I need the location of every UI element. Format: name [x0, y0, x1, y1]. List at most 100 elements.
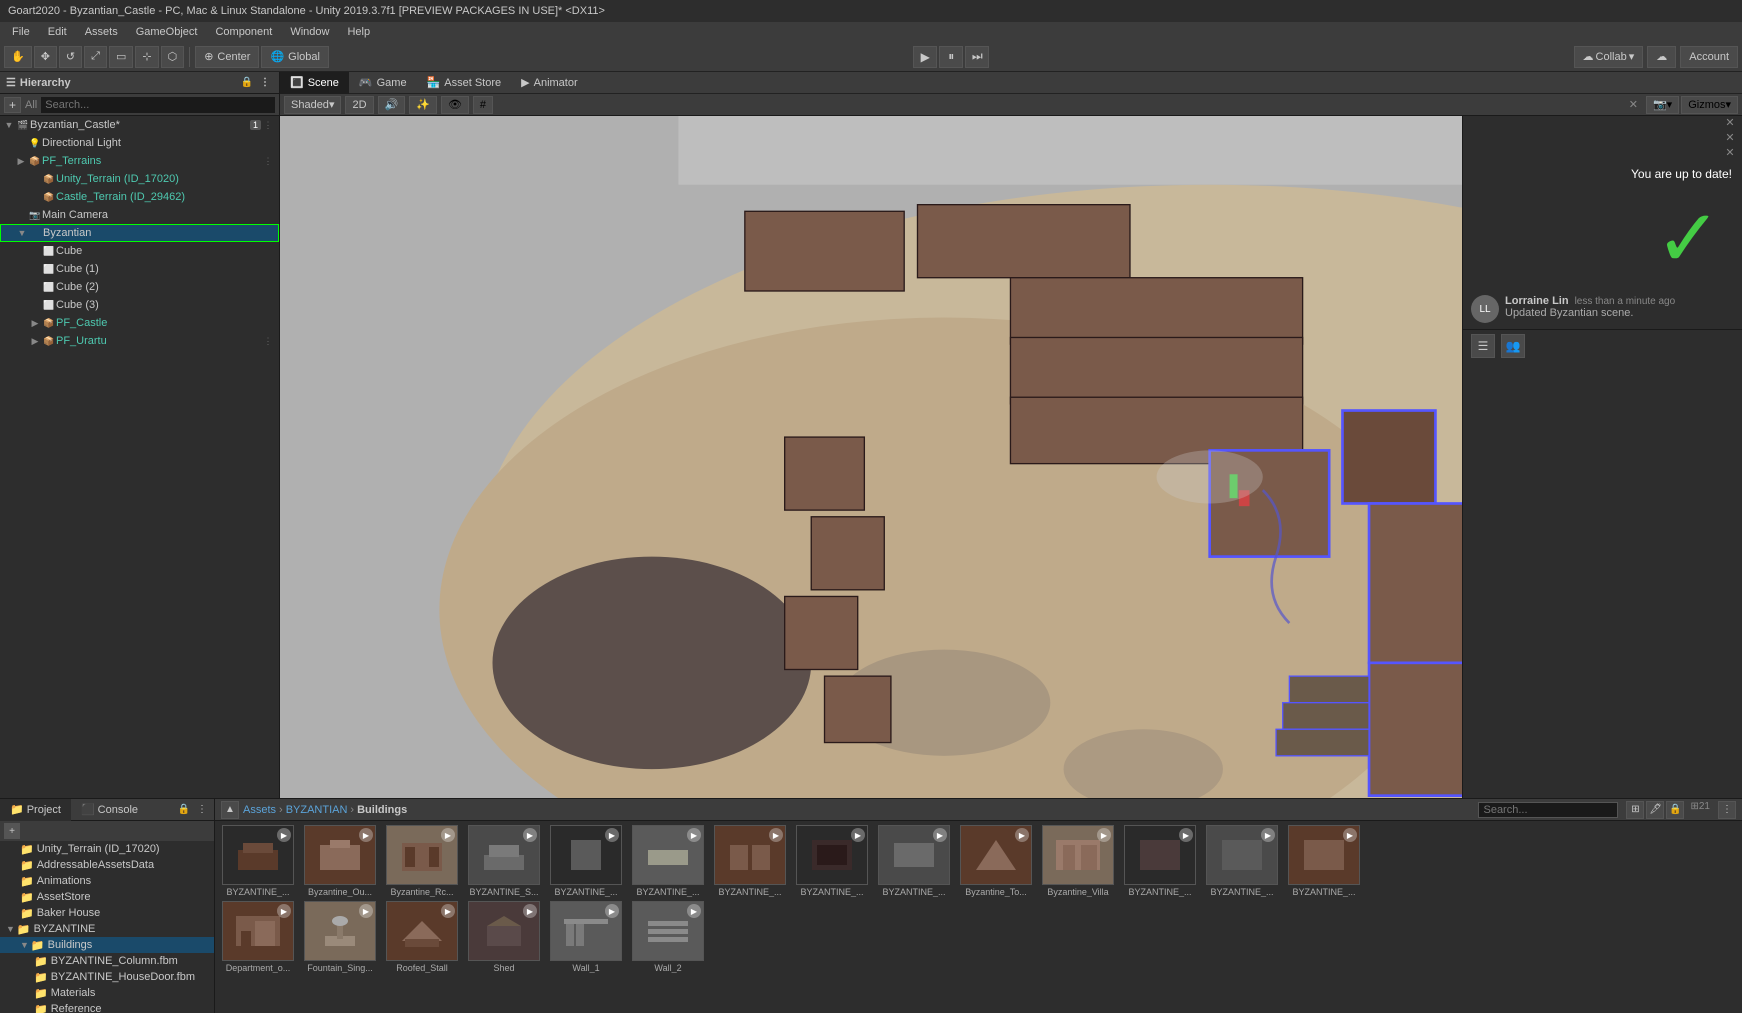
asset-item-byz8[interactable]: ▶ BYZANTINE_... [793, 825, 871, 897]
hierarchy-item-pf-castle[interactable]: ▶ 📦 PF_Castle [0, 314, 279, 332]
scene-view-btn[interactable]: 👁 [441, 96, 469, 114]
project-item-assetstore[interactable]: 📁 AssetStore [0, 889, 214, 905]
asset-item-byz4[interactable]: ▶ BYZANTINE_S... [465, 825, 543, 897]
asset-item-byz13[interactable]: ▶ BYZANTINE_... [1203, 825, 1281, 897]
play-btn[interactable]: ▶ [913, 46, 937, 68]
hierarchy-item-cube3[interactable]: ▶ ⬜ Cube (3) [0, 296, 279, 314]
grid-btn[interactable]: # [473, 96, 493, 114]
project-item-materials[interactable]: 📁 Materials [0, 985, 214, 1001]
asset-item-byz3[interactable]: ▶ Byzantine_Rc... [383, 825, 461, 897]
cloud-btn[interactable]: ☁ [1647, 46, 1676, 68]
project-item-byzantine[interactable]: ▼ 📁 BYZANTINE [0, 921, 214, 937]
menu-file[interactable]: File [4, 24, 38, 40]
hierarchy-item-cube2[interactable]: ▶ ⬜ Cube (2) [0, 278, 279, 296]
play-overlay-icon[interactable]: ▶ [1179, 828, 1193, 842]
rect-tool-btn[interactable]: ▭ [109, 46, 133, 68]
play-overlay-icon[interactable]: ▶ [605, 904, 619, 918]
camera-settings-btn[interactable]: 📷▾ [1646, 96, 1679, 114]
assets-lock-btn[interactable]: 🔒 [1666, 801, 1684, 819]
assets-more-btn[interactable]: ⋮ [1718, 801, 1736, 819]
asset-item-roof1[interactable]: ▶ Roofed_Stall [383, 901, 461, 973]
hierarchy-item-pf-urartu[interactable]: ▶ 📦 PF_Urartu ⋮ [0, 332, 279, 350]
rotate-tool-btn[interactable]: ↺ [59, 46, 82, 68]
play-overlay-icon[interactable]: ▶ [277, 828, 291, 842]
tab-animator[interactable]: ▶ Animator [511, 72, 588, 94]
play-overlay-icon[interactable]: ▶ [277, 904, 291, 918]
assets-view-btn1[interactable]: ⊞ [1626, 801, 1644, 819]
menu-component[interactable]: Component [207, 24, 280, 40]
asset-item-wall2[interactable]: ▶ Wall_2 [629, 901, 707, 973]
project-item-animations[interactable]: 📁 Animations [0, 873, 214, 889]
play-overlay-icon[interactable]: ▶ [687, 828, 701, 842]
asset-item-byz5[interactable]: ▶ BYZANTINE_... [547, 825, 625, 897]
project-item-addressable[interactable]: 📁 AddressableAssetsData [0, 857, 214, 873]
menu-gameobject[interactable]: GameObject [128, 24, 206, 40]
asset-item-byz12[interactable]: ▶ BYZANTINE_... [1121, 825, 1199, 897]
play-overlay-icon[interactable]: ▶ [605, 828, 619, 842]
play-overlay-icon[interactable]: ▶ [851, 828, 865, 842]
play-overlay-icon[interactable]: ▶ [1097, 828, 1111, 842]
menu-window[interactable]: Window [282, 24, 337, 40]
play-overlay-icon[interactable]: ▶ [687, 904, 701, 918]
more-icon[interactable]: ⋮ [261, 336, 275, 347]
scale-tool-btn[interactable]: ⤢ [84, 46, 107, 68]
assets-expand-btn[interactable]: ▲ [221, 801, 239, 819]
play-overlay-icon[interactable]: ▶ [441, 828, 455, 842]
play-overlay-icon[interactable]: ▶ [1261, 828, 1275, 842]
assets-search-input[interactable] [1478, 802, 1618, 818]
custom-tool-btn[interactable]: ⬡ [161, 46, 185, 68]
move-tool-btn[interactable]: ✥ [34, 46, 57, 68]
more-icon[interactable]: ⋮ [261, 120, 275, 131]
play-overlay-icon[interactable]: ▶ [933, 828, 947, 842]
play-overlay-icon[interactable]: ▶ [441, 904, 455, 918]
asset-item-shed1[interactable]: ▶ Shed [465, 901, 543, 973]
asset-item-byz11[interactable]: ▶ Byzantine_Villa [1039, 825, 1117, 897]
hierarchy-item-castle-terrain[interactable]: ▶ 📦 Castle_Terrain (ID_29462) [0, 188, 279, 206]
play-overlay-icon[interactable]: ▶ [1015, 828, 1029, 842]
hierarchy-item-unity-terrain[interactable]: ▶ 📦 Unity_Terrain (ID_17020) [0, 170, 279, 188]
asset-item-byz2[interactable]: ▶ Byzantine_Ou... [301, 825, 379, 897]
project-item-buildings[interactable]: ▼ 📁 Buildings [0, 937, 214, 953]
bottom-more-btn[interactable]: ⋮ [194, 802, 210, 818]
project-add-btn[interactable]: + [4, 823, 20, 839]
collab-users-btn[interactable]: 👥 [1501, 334, 1525, 358]
account-btn[interactable]: Account [1680, 46, 1738, 68]
asset-item-byz6[interactable]: ▶ BYZANTINE_... [629, 825, 707, 897]
fx-btn[interactable]: ✨ [409, 96, 437, 114]
close-scene-btn[interactable]: ✕ [1623, 96, 1644, 114]
hierarchy-search-input[interactable] [41, 97, 275, 113]
transform-tool-btn[interactable]: ⊹ [135, 46, 158, 68]
hierarchy-item-pf-terrains[interactable]: ▶ 📦 PF_Terrains ⋮ [0, 152, 279, 170]
close-btn-3[interactable]: ✕ [1722, 146, 1738, 159]
menu-edit[interactable]: Edit [40, 24, 75, 40]
collab-list-btn[interactable]: ☰ [1471, 334, 1495, 358]
hierarchy-item-main-camera[interactable]: ▶ 📷 Main Camera [0, 206, 279, 224]
asset-item-byz1[interactable]: ▶ BYZANTINE_... [219, 825, 297, 897]
gizmos-btn[interactable]: Gizmos ▾ [1681, 96, 1738, 114]
tab-project[interactable]: 📁 Project [0, 799, 71, 821]
tab-scene[interactable]: 🔳 Scene [280, 72, 349, 94]
play-overlay-icon[interactable]: ▶ [359, 828, 373, 842]
tab-console[interactable]: ⬛ Console [71, 799, 148, 821]
assets-view-btn2[interactable]: 🖋 [1646, 801, 1664, 819]
bottom-lock-btn[interactable]: 🔒 [176, 802, 192, 818]
hierarchy-item-cube[interactable]: ▶ ⬜ Cube [0, 242, 279, 260]
play-overlay-icon[interactable]: ▶ [1343, 828, 1357, 842]
play-overlay-icon[interactable]: ▶ [769, 828, 783, 842]
2d-btn[interactable]: 2D [345, 96, 373, 114]
hierarchy-more-btn[interactable]: ⋮ [257, 75, 273, 91]
collab-btn[interactable]: ☁ Collab ▾ [1574, 46, 1644, 68]
asset-item-wall1[interactable]: ▶ Wall_1 [547, 901, 625, 973]
project-item-bakerhouse[interactable]: 📁 Baker House [0, 905, 214, 921]
audio-btn[interactable]: 🔊 [378, 96, 406, 114]
asset-item-byz10[interactable]: ▶ Byzantine_To... [957, 825, 1035, 897]
project-item-unity-terrain[interactable]: 📁 Unity_Terrain (ID_17020) [0, 841, 214, 857]
step-btn[interactable]: ⏭ [965, 46, 989, 68]
menu-assets[interactable]: Assets [77, 24, 126, 40]
pause-btn[interactable]: ⏸ [939, 46, 963, 68]
asset-item-fount1[interactable]: ▶ Fountain_Sing... [301, 901, 379, 973]
shaded-dropdown[interactable]: Shaded ▾ [284, 96, 341, 114]
project-item-byz-col[interactable]: 📁 BYZANTINE_Column.fbm [0, 953, 214, 969]
hand-tool-btn[interactable]: ✋ [4, 46, 32, 68]
asset-item-byz14[interactable]: ▶ BYZANTINE_... [1285, 825, 1363, 897]
